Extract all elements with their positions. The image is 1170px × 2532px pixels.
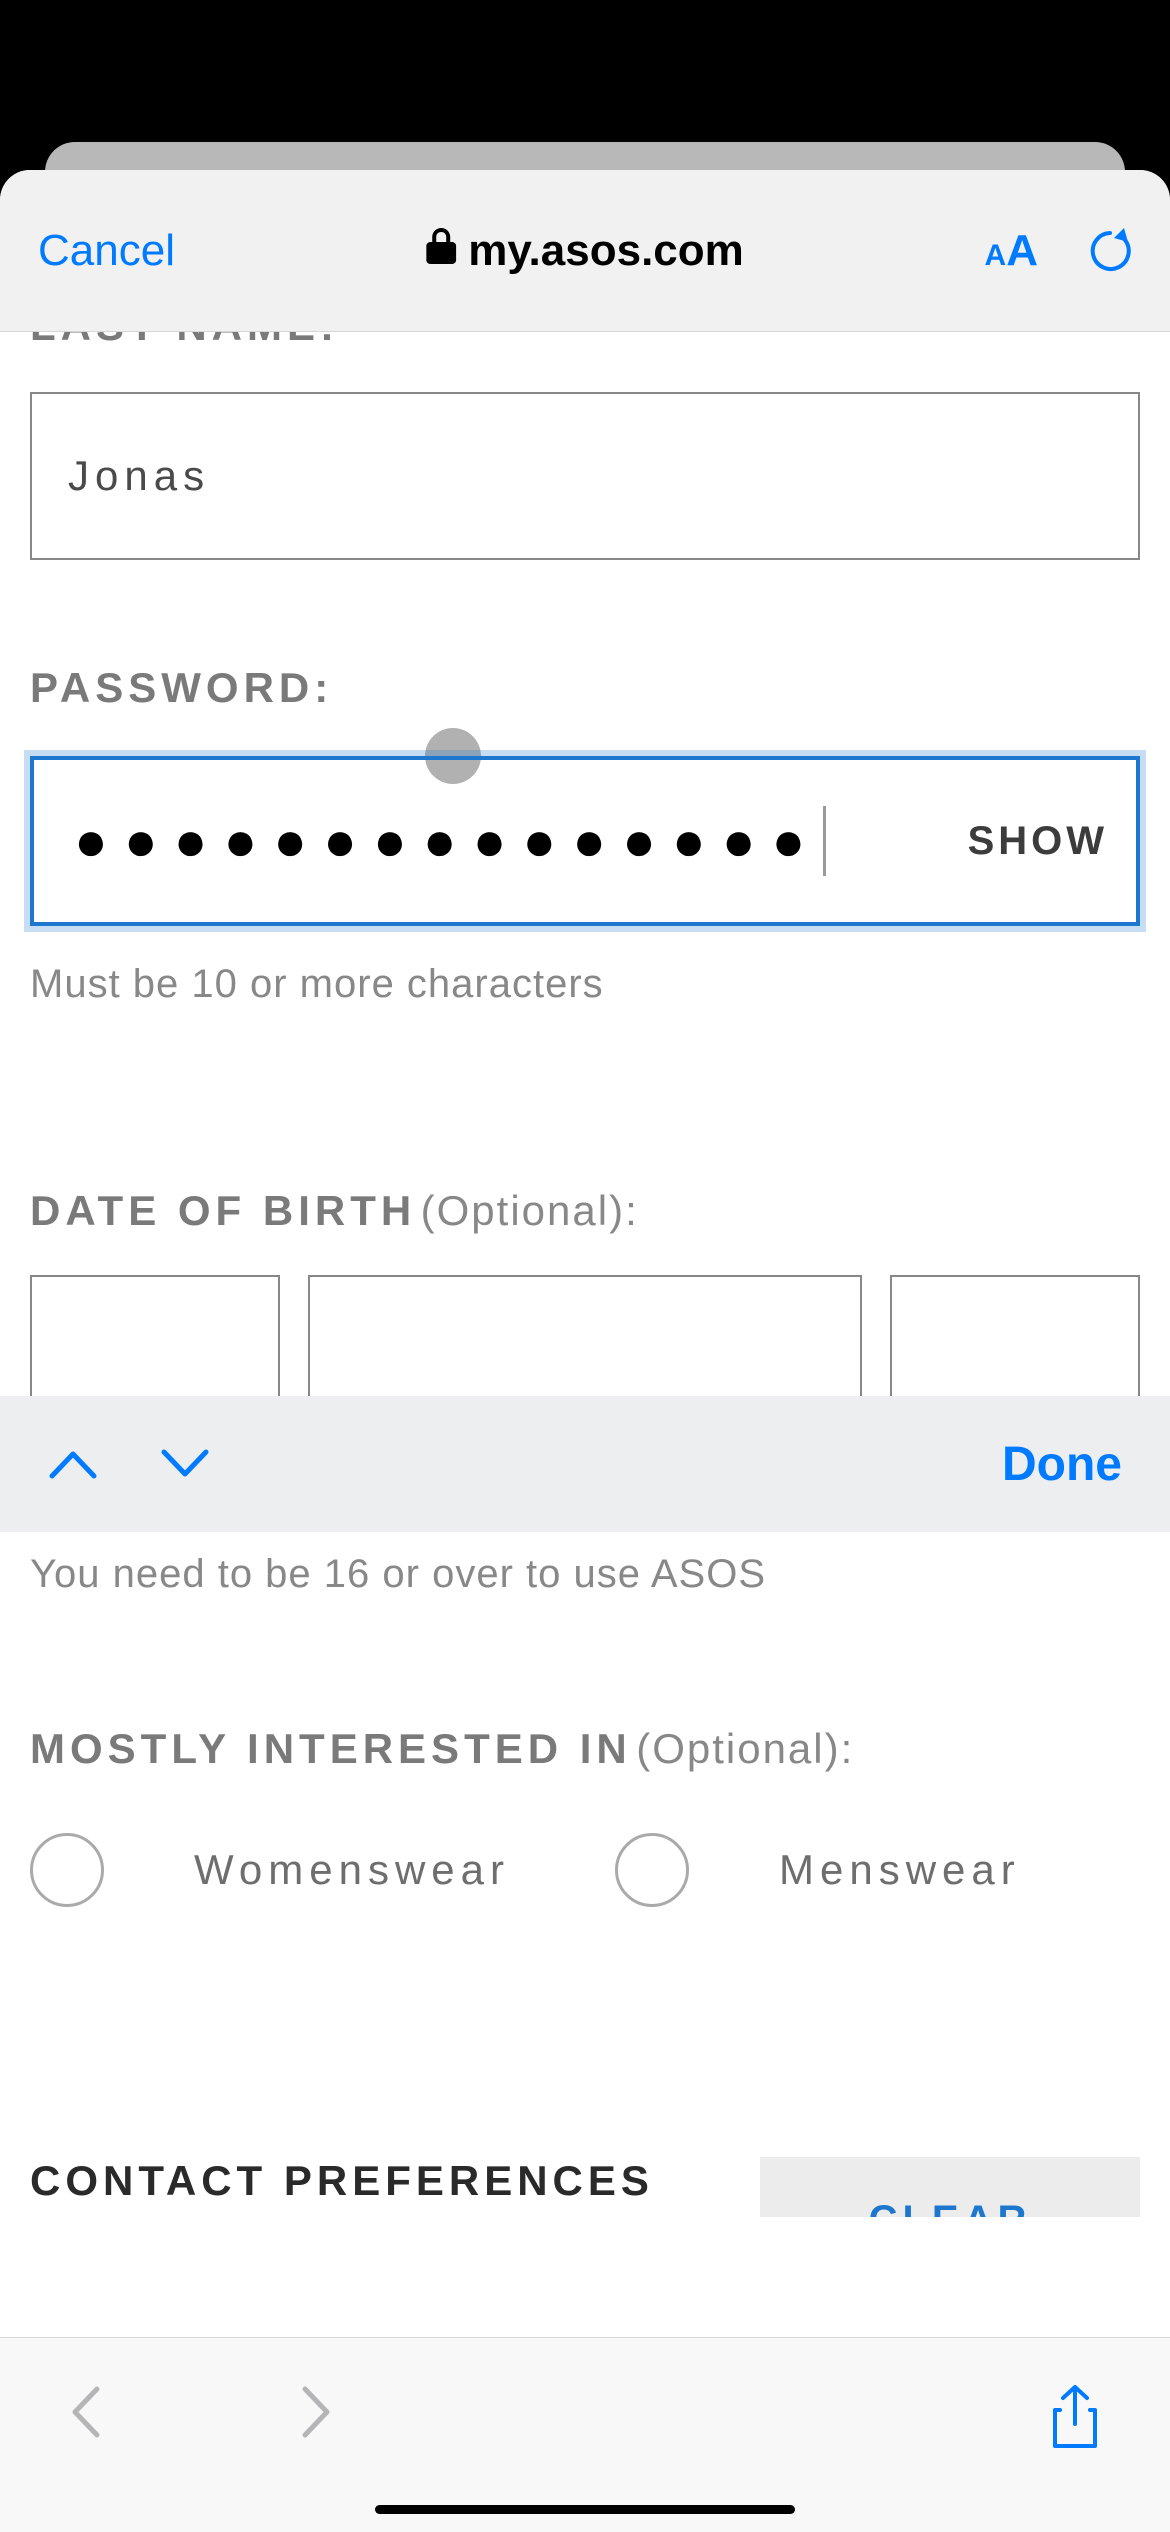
forward-button[interactable] [300, 2384, 334, 2440]
home-indicator[interactable] [375, 2505, 795, 2514]
prev-field-button[interactable] [48, 1448, 98, 1480]
page-content: LAST NAME: PASSWORD: ●●●●●●●●●●●●●●● SHO… [0, 332, 1170, 1396]
browser-sheet: Cancel my.asos.com AA LAST NAME: PASSWOR… [0, 170, 1170, 2532]
password-hint: Must be 10 or more characters [30, 962, 1140, 1007]
dob-optional: (Optional): [421, 1187, 639, 1234]
next-field-button[interactable] [160, 1448, 210, 1480]
cancel-button[interactable]: Cancel [38, 226, 175, 276]
password-mask: ●●●●●●●●●●●●●●● [74, 813, 821, 869]
url-text: my.asos.com [468, 226, 744, 276]
age-hint: You need to be 16 or over to use ASOS [30, 1552, 1140, 1597]
safari-bottom-toolbar [0, 2337, 1170, 2532]
page-content-lower: You need to be 16 or over to use ASOS MO… [0, 1532, 1170, 2217]
keyboard-done-button[interactable]: Done [1002, 1437, 1122, 1492]
menswear-option[interactable]: Menswear [615, 1833, 1140, 1907]
clear-button-label: CLEAR [869, 2198, 1032, 2217]
password-field[interactable]: ●●●●●●●●●●●●●●● SHOW [30, 756, 1140, 926]
show-password-button[interactable]: SHOW [968, 819, 1108, 864]
status-bar [0, 0, 1170, 142]
text-size-button[interactable]: AA [985, 226, 1038, 276]
interest-label: MOSTLY INTERESTED IN [30, 1725, 632, 1772]
keyboard-accessory-bar: Done [0, 1396, 1170, 1532]
browser-toolbar: Cancel my.asos.com AA [0, 170, 1170, 332]
reload-button[interactable] [1088, 226, 1132, 276]
lock-icon [426, 228, 456, 273]
clear-button[interactable]: CLEAR [760, 2157, 1140, 2217]
address-bar[interactable]: my.asos.com [426, 226, 744, 276]
back-button[interactable] [68, 2384, 102, 2440]
password-label: PASSWORD: [30, 664, 1140, 712]
dob-month-select[interactable] [308, 1275, 862, 1396]
radio-icon [30, 1833, 104, 1907]
last-name-label: LAST NAME: [30, 332, 1140, 350]
contact-preferences-label: CONTACT PREFERENCES [30, 2157, 654, 2205]
womenswear-label: Womenswear [194, 1846, 510, 1894]
text-cursor [823, 806, 826, 876]
last-name-field[interactable] [30, 392, 1140, 560]
dob-day-select[interactable] [30, 1275, 280, 1396]
radio-icon [615, 1833, 689, 1907]
dob-label: DATE OF BIRTH [30, 1187, 416, 1234]
dob-year-select[interactable] [890, 1275, 1140, 1396]
interest-optional: (Optional): [636, 1725, 854, 1772]
share-button[interactable] [1048, 2384, 1102, 2457]
menswear-label: Menswear [779, 1846, 1021, 1894]
womenswear-option[interactable]: Womenswear [30, 1833, 555, 1907]
dob-fields [30, 1275, 1140, 1396]
